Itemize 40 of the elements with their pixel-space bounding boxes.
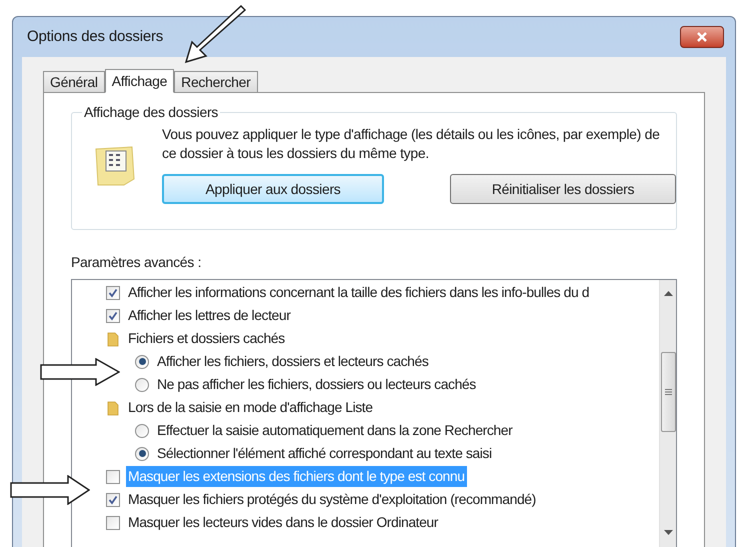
scroll-up-icon[interactable]	[664, 290, 672, 296]
option-label: Afficher les lettres de lecteur	[127, 306, 292, 325]
option-label: Sélectionner l'élément affiché correspondant au texte saisi	[156, 444, 493, 463]
folder-button[interactable]: Appliquer aux dossiers	[162, 174, 384, 204]
description-text: Vous pouvez appliquer le type d'affichage (les détails ou les icônes, par exemple) de ce dossier à tous les dossiers du même type.	[162, 125, 661, 163]
checkmark-icon	[108, 310, 118, 320]
section-title: Paramètres avancés :	[71, 253, 202, 271]
checkbox[interactable]	[106, 492, 120, 506]
option-label: Afficher les fichiers, dossiers et lecteurs cachés	[156, 352, 430, 371]
checkbox[interactable]	[106, 516, 120, 530]
checkmark-icon	[108, 288, 118, 298]
checkbox[interactable]	[106, 286, 120, 300]
checkbox[interactable]	[106, 470, 120, 484]
folder-button[interactable]: Réinitialiser les dossiers	[450, 174, 676, 204]
option-label: Afficher les informations concernant la taille des fichiers dans les info-bulles du d	[127, 283, 590, 302]
folder-icon	[106, 330, 120, 346]
tab[interactable]: Général	[43, 71, 105, 92]
scroll-down-icon[interactable]	[664, 530, 672, 536]
close-button[interactable]	[680, 26, 724, 48]
window-title: Options des dossiers	[27, 26, 164, 47]
option-label: Fichiers et dossiers cachés	[127, 329, 286, 348]
checkbox[interactable]	[106, 308, 120, 322]
tab[interactable]: Affichage	[104, 69, 174, 93]
option-label: Lors de la saisie en mode d'affichage Liste	[127, 398, 374, 417]
tab[interactable]: Rechercher	[174, 71, 258, 92]
radio-button[interactable]	[135, 354, 149, 368]
option-label: Masquer les lecteurs vides dans le dossier Ordinateur	[127, 513, 440, 532]
scrollbar[interactable]	[659, 280, 676, 547]
option-label: Masquer les extensions des fichiers dont le type est connu	[126, 466, 467, 487]
scroll-thumb[interactable]	[660, 352, 676, 432]
option-label: Masquer les fichiers protégés du système d'exploitation (recommandé)	[127, 490, 537, 509]
option-label: Effectuer la saisie automatiquement dans la zone Rechercher	[156, 421, 514, 440]
close-icon	[696, 32, 708, 42]
option-label: Ne pas afficher les fichiers, dossiers ou lecteurs cachés	[156, 375, 477, 394]
radio-button[interactable]	[135, 378, 149, 392]
radio-button[interactable]	[135, 446, 149, 460]
checkmark-icon	[108, 494, 118, 504]
radio-button[interactable]	[135, 424, 149, 438]
grip-icon	[664, 389, 672, 395]
folder-icon	[106, 400, 120, 416]
